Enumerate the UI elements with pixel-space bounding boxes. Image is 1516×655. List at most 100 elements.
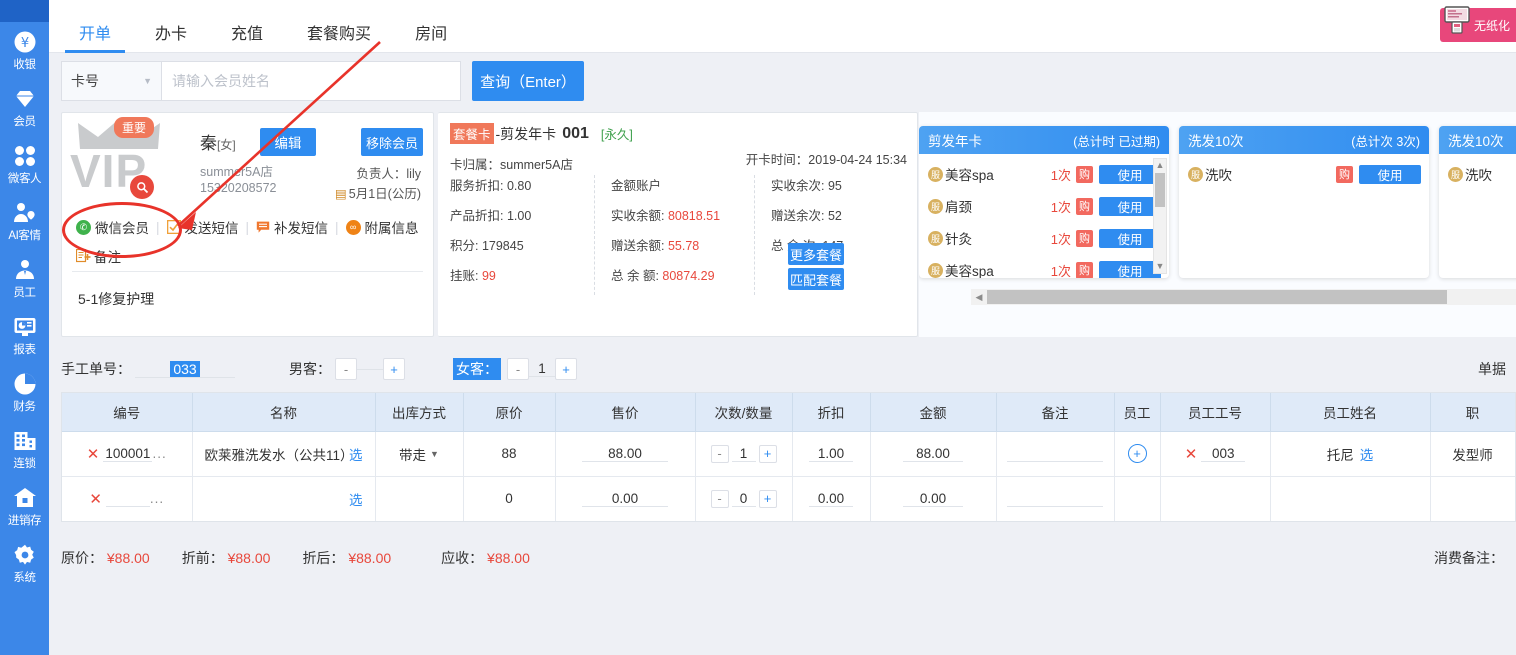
calendar-icon: ▤ [334,187,347,201]
tab-4[interactable]: 套餐购买 [293,20,385,53]
member-remark-button[interactable]: 备注 [76,246,121,266]
member-action-label: 附属信息 [364,221,419,236]
qty-value[interactable]: 1 [731,446,756,462]
use-button[interactable]: 使用 [1359,164,1421,184]
qty-plus-button[interactable]: + [758,444,777,463]
package-vertical-scrollbar[interactable]: ▲ ▼ [1153,158,1167,274]
select-item-link[interactable]: 选 [349,444,363,464]
card-name: -剪发年卡 [495,125,557,142]
sale-price-input[interactable]: 0.00 [582,491,668,507]
tab-3[interactable]: 充值 [217,20,277,53]
cell-out-method[interactable]: 带走 ▼ [380,444,459,464]
search-icon[interactable] [130,175,154,199]
code-value[interactable] [105,491,150,507]
use-button[interactable]: 使用 [1099,228,1161,248]
sidebar-item-2[interactable]: 会员 [0,79,49,136]
use-button[interactable]: 使用 [1099,164,1161,184]
package-horizontal-scrollbar[interactable]: ◀ [971,289,1516,305]
staff-no-value[interactable]: 003 [1201,446,1246,462]
select-staff-link[interactable]: 选 [1360,444,1374,464]
chevron-down-icon: ▼ [430,448,439,459]
table-cell-4: 0 [463,476,556,521]
sidebar-item-1[interactable]: ¥ 收银 [0,22,49,79]
divider [72,271,423,272]
more-package-button[interactable]: 更多套餐 [788,243,844,265]
tab-1[interactable]: 开单 [65,20,126,53]
sidebar-item-7[interactable]: 财务 [0,364,49,421]
code-more-icon[interactable]: ... [152,446,166,461]
qty-value[interactable]: 0 [731,491,756,507]
add-staff-button[interactable]: + [1127,444,1147,463]
buy-button[interactable]: 购 [1076,229,1093,247]
table-cell-11: ✕ 003 [1160,431,1271,477]
sale-price-input[interactable]: 88.00 [582,446,668,462]
buy-button[interactable]: 购 [1336,165,1353,183]
male-minus-button[interactable]: - [335,358,357,380]
position-value: 发型师 [1452,447,1493,463]
sidebar-item-9[interactable]: 进销存 [0,478,49,535]
search-row: 卡号 ▼ 查询（Enter） [61,61,1516,101]
member-action-2[interactable]: 发送短信 [166,217,239,237]
row-remark-input[interactable] [1007,446,1103,462]
use-button[interactable]: 使用 [1099,196,1161,216]
paperless-badge[interactable]: 无纸化 [1439,6,1516,42]
female-plus-button[interactable]: + [555,358,577,380]
remove-staff-button[interactable]: ✕ [1185,445,1198,463]
amount-input[interactable]: 0.00 [903,491,963,507]
amount-input[interactable]: 88.00 [903,446,963,462]
member-action-3[interactable]: 补发短信 [256,217,328,237]
query-button[interactable]: 查询（Enter） [472,61,584,101]
order-items-table-wrap: 编号 名称 出库方式 原价 售价 次数/数量 折扣 金额 备注 员工 员工工号 员工姓名职 ✕ 1000… [61,392,1516,522]
table-cell-11 [1160,476,1271,521]
table-cell-6: -0 + [695,476,793,521]
sidebar-item-10[interactable]: 系统 [0,535,49,592]
card-type-select[interactable]: 卡号 ▼ [61,61,161,101]
buy-button[interactable]: 购 [1076,165,1093,183]
scroll-thumb[interactable] [1155,173,1165,207]
edit-member-button[interactable]: 编辑 [260,128,316,156]
cell-staff-no: ✕ 003 [1165,445,1266,463]
scroll-thumb[interactable] [987,290,1447,304]
total-original-value: ¥88.00 [106,550,150,566]
scroll-up-icon[interactable]: ▲ [1154,159,1166,172]
use-button[interactable]: 使用 [1099,260,1161,278]
member-action-4[interactable]: ∞ 附属信息 [345,217,419,237]
row-remark-input[interactable] [1007,491,1103,507]
buy-button[interactable]: 购 [1076,261,1093,278]
consume-remark[interactable]: 消费备注： [1434,548,1504,568]
detail-value: 80874.29 [662,269,715,283]
tab-5[interactable]: 房间 [401,20,461,53]
qty-minus-button[interactable]: - [710,444,729,463]
select-item-link[interactable]: 选 [349,489,363,509]
discount-input[interactable]: 1.00 [809,446,853,462]
female-guest-value[interactable]: 1 [529,361,555,377]
sidebar-item-5[interactable]: 员工 [0,250,49,307]
sidebar-item-3[interactable]: 微客人 [0,136,49,193]
qty-minus-button[interactable]: - [710,489,729,508]
sidebar-item-8[interactable]: 连锁 [0,421,49,478]
cell-out-method[interactable] [380,491,459,506]
sidebar-item-4[interactable]: AI客情 [0,193,49,250]
qty-plus-button[interactable]: + [758,489,777,508]
sidebar-item-6[interactable]: 报表 [0,307,49,364]
scroll-left-icon[interactable]: ◀ [971,292,987,303]
tab-2[interactable]: 办卡 [141,20,201,53]
match-package-button[interactable]: 匹配套餐 [788,268,844,290]
member-action-1[interactable]: ✆ 微信会员 [76,217,149,237]
code-more-icon[interactable]: ... [150,491,164,506]
discount-input[interactable]: 0.00 [809,491,853,507]
male-guest-value[interactable] [357,368,383,370]
code-value[interactable]: 100001 [103,446,153,462]
delete-row-button[interactable]: ✕ [87,445,100,463]
delete-row-button[interactable]: ✕ [89,490,102,508]
member-note: 5-1修复护理 [78,291,155,307]
manual-no-input[interactable]: 033 [135,360,235,378]
total-after-value: ¥88.00 [348,550,392,566]
search-input[interactable] [161,61,461,101]
scroll-down-icon[interactable]: ▼ [1154,260,1166,273]
female-minus-button[interactable]: - [507,358,529,380]
remove-member-button[interactable]: 移除会员 [361,128,423,156]
male-plus-button[interactable]: + [383,358,405,380]
table-cell-3 [375,476,464,521]
buy-button[interactable]: 购 [1076,197,1093,215]
